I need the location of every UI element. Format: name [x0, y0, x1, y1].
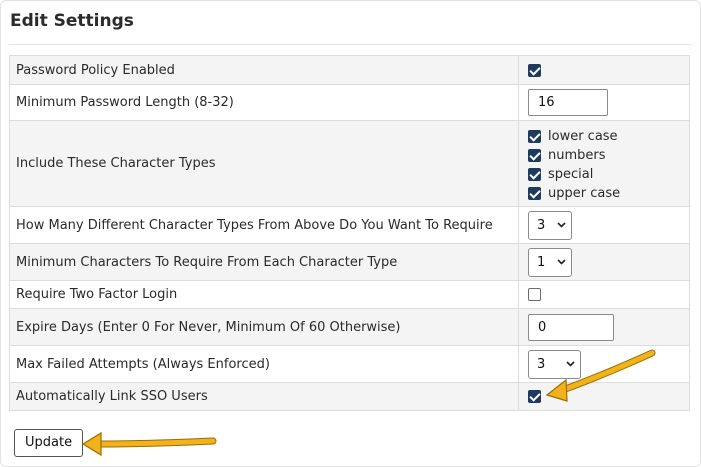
settings-panel: Edit Settings Password Policy Enabled Mi…: [0, 0, 701, 467]
require-types-value: 3: [537, 217, 546, 233]
numbers-label: numbers: [548, 147, 606, 163]
lower-case-label: lower case: [548, 128, 618, 144]
char-types-label: Include These Character Types: [9, 120, 519, 207]
char-type-upper[interactable]: upper case: [528, 184, 689, 203]
password-policy-label: Password Policy Enabled: [9, 55, 519, 85]
link-sso-checkbox[interactable]: [528, 390, 541, 403]
require-types-select[interactable]: 3: [528, 210, 572, 240]
char-types-list: lower case numbers special upper case: [528, 122, 689, 206]
table-row: Expire Days (Enter 0 For Never, Minimum …: [9, 308, 690, 346]
link-sso-label: Automatically Link SSO Users: [9, 382, 519, 411]
table-row: Require Two Factor Login: [9, 280, 690, 309]
max-failed-select[interactable]: 3: [528, 349, 581, 379]
max-failed-label: Max Failed Attempts (Always Enforced): [9, 345, 519, 383]
upper-case-checkbox[interactable]: [528, 186, 541, 200]
table-row: How Many Different Character Types From …: [9, 206, 690, 244]
max-failed-value: 3: [537, 356, 546, 372]
password-policy-checkbox[interactable]: [528, 63, 541, 77]
chevron-down-icon: [566, 361, 575, 367]
special-label: special: [548, 166, 594, 182]
expire-days-input[interactable]: 0: [528, 313, 614, 341]
min-each-value: 1: [537, 254, 546, 270]
char-type-special[interactable]: special: [528, 165, 689, 184]
lower-case-checkbox[interactable]: [528, 129, 541, 143]
min-length-label: Minimum Password Length (8-32): [9, 84, 519, 121]
two-factor-label: Require Two Factor Login: [9, 280, 519, 309]
two-factor-checkbox[interactable]: [528, 288, 541, 301]
table-row: Max Failed Attempts (Always Enforced) 3: [9, 345, 690, 383]
update-button[interactable]: Update: [14, 429, 84, 457]
special-checkbox[interactable]: [528, 167, 541, 181]
title-divider: [9, 44, 692, 45]
upper-case-label: upper case: [548, 185, 621, 201]
char-type-lower[interactable]: lower case: [528, 127, 689, 146]
chevron-down-icon: [557, 222, 566, 228]
page-title: Edit Settings: [10, 11, 134, 31]
settings-table: Password Policy Enabled Minimum Password…: [9, 55, 690, 411]
char-type-numbers[interactable]: numbers: [528, 146, 689, 165]
require-types-label: How Many Different Character Types From …: [9, 206, 519, 244]
table-row: Automatically Link SSO Users: [9, 382, 690, 411]
table-row: Include These Character Types lower case…: [9, 120, 690, 207]
min-length-input[interactable]: 16: [528, 89, 608, 116]
chevron-down-icon: [557, 259, 566, 265]
table-row: Minimum Password Length (8-32) 16: [9, 84, 690, 121]
min-each-label: Minimum Characters To Require From Each …: [9, 243, 519, 281]
table-row: Minimum Characters To Require From Each …: [9, 243, 690, 281]
table-row: Password Policy Enabled: [9, 55, 690, 85]
numbers-checkbox[interactable]: [528, 148, 541, 162]
expire-days-label: Expire Days (Enter 0 For Never, Minimum …: [9, 308, 519, 346]
min-each-select[interactable]: 1: [528, 247, 572, 277]
